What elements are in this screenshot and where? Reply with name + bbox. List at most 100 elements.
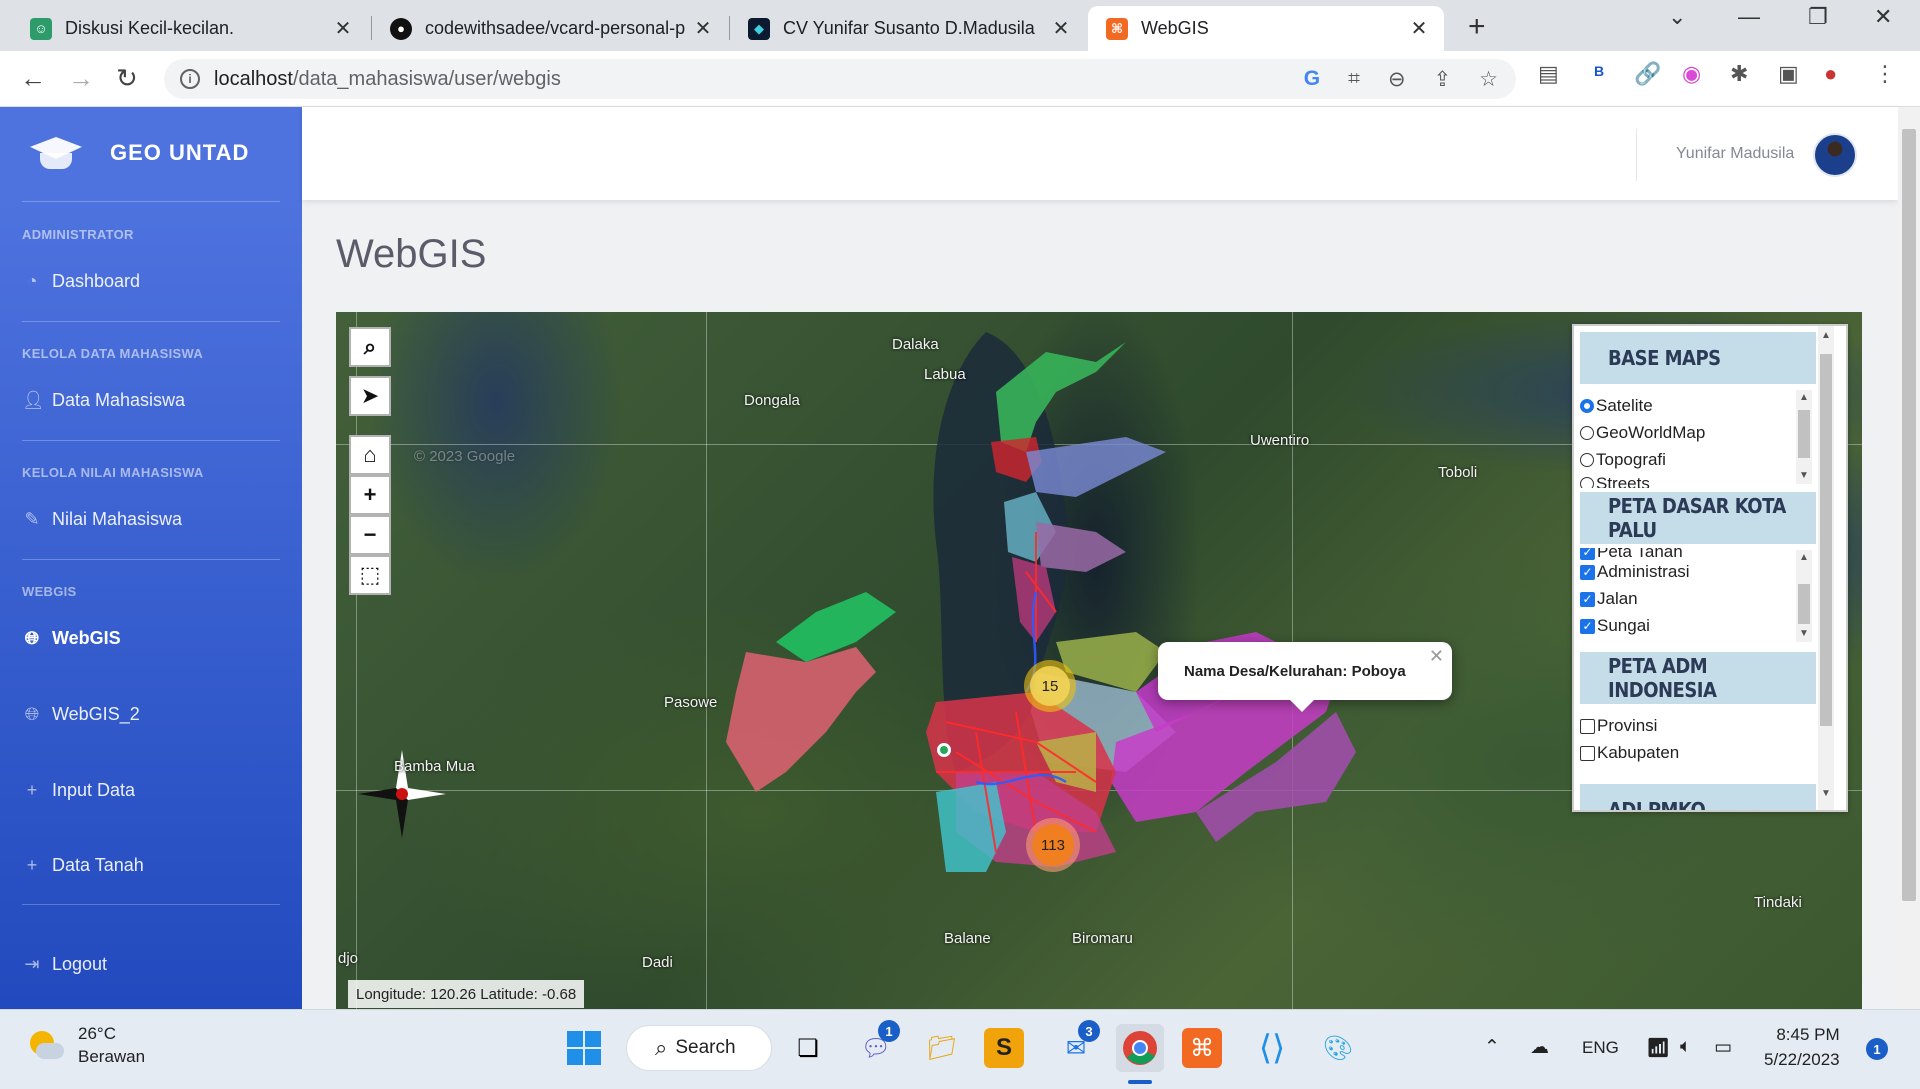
zoom-out-icon[interactable]: ⊖ [1388, 67, 1406, 92]
forward-icon[interactable]: → [68, 63, 94, 94]
show-hidden-icons-icon[interactable]: ⌃ [1484, 1036, 1500, 1059]
zoom-in-button[interactable]: + [349, 475, 391, 515]
marker-cluster[interactable]: 15 [1024, 660, 1076, 712]
sidebar-item-dashboard[interactable]: ◔ Dashboard [22, 271, 141, 292]
radio-icon[interactable] [1580, 453, 1594, 467]
peta-adm-heading[interactable]: PETA ADM INDONESIA [1580, 652, 1816, 704]
overlay-option[interactable]: ✓ Peta Tanah [1580, 548, 1683, 560]
base-map-option[interactable]: Topografi [1580, 450, 1666, 470]
back-icon[interactable]: ← [20, 63, 46, 94]
browser-tab-diskusi[interactable]: ☺ Diskusi Kecil-kecilan. ✕ [12, 6, 368, 51]
url-field[interactable]: i localhost/data_mahasiswa/user/webgis G… [164, 59, 1516, 99]
battery-icon[interactable]: ▭ [1714, 1036, 1732, 1059]
xampp-icon[interactable]: ⌘ [1182, 1028, 1222, 1068]
checkbox-icon[interactable] [1580, 745, 1595, 761]
webgis-map[interactable]: Dalaka Labua Dongala Uwentiro Toboli Pas… [336, 312, 1862, 1009]
side-panel-icon[interactable]: ▣ [1778, 61, 1799, 87]
color-picker-icon[interactable]: ◉ [1682, 61, 1701, 87]
peta-dasar-heading[interactable]: PETA DASAR KOTA PALU [1580, 492, 1816, 544]
browser-tab-cv[interactable]: ◆ CV Yunifar Susanto D.Madusila ✕ [730, 6, 1086, 51]
checkbox-checked-icon[interactable]: ✓ [1580, 564, 1595, 580]
overlay-option[interactable]: Provinsi [1580, 716, 1657, 736]
sidebar-brand[interactable]: GEO UNTAD [28, 133, 249, 173]
browser-tab-github[interactable]: ● codewithsadee/vcard-personal-p ✕ [372, 6, 728, 51]
share-icon[interactable]: ⇪ [1434, 67, 1452, 92]
translate-icon[interactable]: ⌗ [1348, 67, 1360, 92]
close-tab-icon[interactable]: ✕ [692, 16, 714, 41]
wifi-icon[interactable]: 📶︎ [1646, 1036, 1670, 1060]
extension-b-icon[interactable]: B [1594, 63, 1604, 79]
sidebar-item-nilai-mahasiswa[interactable]: ✎ Nilai Mahasiswa [22, 509, 182, 530]
new-tab-icon[interactable]: + [1468, 10, 1486, 44]
next-group-heading[interactable]: ADI PMKO [1580, 784, 1816, 810]
sidebar-item-data-mahasiswa[interactable]: 👤︎ Data Mahasiswa [22, 390, 185, 411]
radio-icon[interactable] [1580, 426, 1594, 440]
tachometer-icon: ◔ [26, 271, 38, 291]
radio-selected-icon[interactable] [1580, 399, 1594, 413]
google-icon[interactable]: G [1304, 67, 1320, 92]
map-locate-button[interactable]: ➤ [349, 376, 391, 416]
layer-panel-scrollbar[interactable]: ▲ ▼ [1818, 326, 1834, 810]
box-zoom-button[interactable]: ⬚ [349, 555, 391, 595]
page-scrollbar[interactable] [1898, 107, 1920, 1009]
overlay-option[interactable]: ✓ Jalan [1580, 589, 1638, 609]
paint-icon[interactable]: 🎨︎ [1314, 1024, 1362, 1072]
layer-control-panel[interactable]: BASE MAPS Satelite GeoWorldMap Topografi… [1572, 324, 1848, 812]
sidebar-item-webgis[interactable]: 🌐︎ WebGIS [22, 628, 121, 649]
close-tab-icon[interactable]: ✕ [1050, 16, 1072, 41]
marker-cluster[interactable]: 113 [1026, 818, 1080, 872]
overlay-option[interactable]: Kabupaten [1580, 743, 1679, 763]
overlay-option[interactable]: ✓ Administrasi [1580, 562, 1690, 582]
checkbox-checked-icon[interactable]: ✓ [1580, 591, 1595, 607]
link-icon[interactable]: 🔗 [1634, 61, 1661, 87]
language-indicator[interactable]: ENG [1582, 1038, 1619, 1058]
sublime-text-icon[interactable]: S [984, 1028, 1024, 1068]
close-tab-icon[interactable]: ✕ [332, 16, 354, 41]
weather-widget[interactable]: 26°C Berawan [28, 1022, 145, 1068]
start-button[interactable] [560, 1024, 608, 1072]
avatar[interactable] [1813, 133, 1857, 177]
vscode-icon[interactable]: ⟨⟩ [1248, 1024, 1296, 1072]
base-maps-heading[interactable]: BASE MAPS [1580, 332, 1816, 384]
reload-icon[interactable]: ↻ [116, 63, 138, 94]
system-clock[interactable]: 8:45 PM 5/22/2023 [1764, 1022, 1840, 1072]
browser-menu-icon[interactable]: ⋮ [1874, 61, 1896, 87]
task-view-icon[interactable]: ❏ [784, 1024, 832, 1072]
extensions-icon[interactable]: ✱ [1730, 61, 1748, 87]
volume-icon[interactable]: 🔈︎ [1680, 1036, 1691, 1058]
checkbox-checked-icon[interactable]: ✓ [1580, 618, 1595, 634]
browser-tab-webgis[interactable]: ⌘ WebGIS ✕ [1088, 6, 1444, 51]
close-icon[interactable]: ✕ [1429, 646, 1444, 667]
close-window-icon[interactable]: ✕ [1874, 4, 1892, 30]
map-search-button[interactable]: ⌕ [349, 327, 391, 367]
overlay-option[interactable]: ✓ Sungai [1580, 616, 1650, 636]
base-map-option[interactable]: GeoWorldMap [1580, 423, 1705, 443]
base-map-option[interactable]: Satelite [1580, 396, 1653, 416]
onedrive-cloud-icon[interactable]: ☁ [1530, 1036, 1549, 1059]
base-maps-scrollbar[interactable]: ▲ ▼ [1796, 390, 1812, 484]
checkbox-checked-icon[interactable]: ✓ [1580, 548, 1595, 560]
site-info-icon[interactable]: i [180, 69, 200, 89]
map-home-button[interactable]: ⌂ [349, 435, 391, 475]
profile-icon[interactable]: ● [1824, 61, 1837, 87]
sidebar-item-input-data[interactable]: + Input Data [22, 780, 135, 801]
sidebar-item-data-tanah[interactable]: + Data Tanah [22, 855, 144, 876]
peta-dasar-scrollbar[interactable]: ▲ ▼ [1796, 550, 1812, 642]
restore-icon[interactable]: ❐ [1808, 4, 1828, 30]
tab-search-chevron-icon[interactable]: ⌄ [1668, 4, 1686, 30]
minimize-icon[interactable]: — [1738, 4, 1760, 30]
reader-icon[interactable]: ▤ [1538, 61, 1559, 87]
sidebar-item-webgis-2[interactable]: 🌐︎ WebGIS_2 [22, 704, 140, 725]
sidebar-item-logout[interactable]: ⇥ Logout [22, 954, 107, 975]
file-explorer-icon[interactable]: 📁︎ [918, 1024, 966, 1072]
user-name[interactable]: Yunifar Madusila [1676, 145, 1794, 163]
notification-badge[interactable]: 1 [1866, 1038, 1888, 1060]
radio-icon[interactable] [1580, 477, 1594, 488]
checkbox-icon[interactable] [1580, 718, 1595, 734]
base-map-option[interactable]: Streets [1580, 476, 1650, 488]
bookmark-star-icon[interactable]: ☆ [1479, 67, 1498, 92]
chrome-icon[interactable] [1116, 1024, 1164, 1072]
zoom-out-button[interactable]: − [349, 515, 391, 555]
taskbar-search[interactable]: ⌕ Search [626, 1025, 772, 1071]
close-tab-icon[interactable]: ✕ [1408, 16, 1430, 41]
